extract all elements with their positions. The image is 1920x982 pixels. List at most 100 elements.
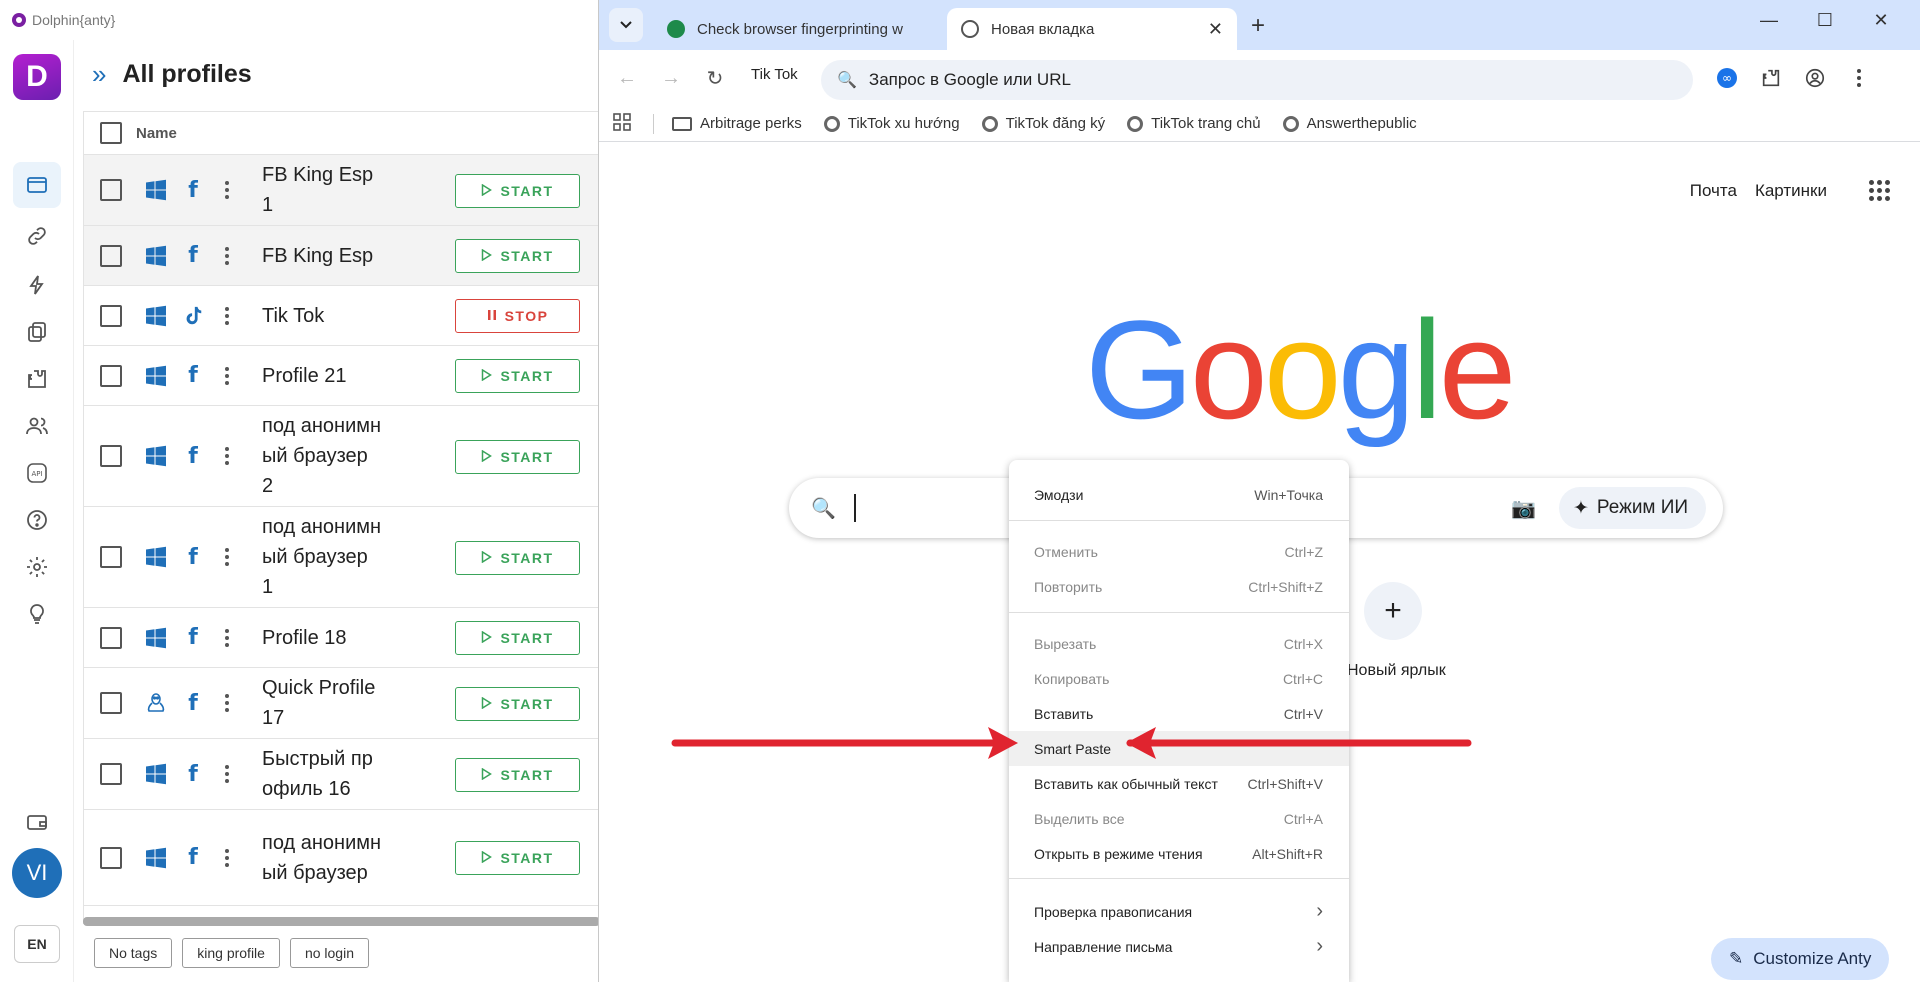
profile-name[interactable]: FB King Esp 1 <box>262 160 382 220</box>
row-menu-kebab-icon[interactable] <box>222 628 232 647</box>
start-button[interactable]: START <box>455 359 580 393</box>
reload-icon[interactable]: ↻ <box>701 64 729 92</box>
column-name-header[interactable]: Name <box>136 125 177 142</box>
start-button[interactable]: START <box>455 174 580 208</box>
link-icon[interactable] <box>13 213 61 259</box>
row-menu-kebab-icon[interactable] <box>222 694 232 712</box>
start-button[interactable]: START <box>455 239 580 273</box>
start-button[interactable]: START <box>455 621 580 655</box>
menu-item[interactable]: Копировать Ctrl+C <box>1009 661 1349 696</box>
bookmark-item[interactable]: TikTok trang chủ <box>1127 115 1261 132</box>
menu-item[interactable]: Открыть в режиме чтения Alt+Shift+R <box>1009 836 1349 871</box>
menu-item[interactable]: Отменить Ctrl+Z <box>1009 534 1349 569</box>
start-button[interactable]: START <box>455 440 580 474</box>
menu-item[interactable]: Направление письма › <box>1009 929 1349 964</box>
table-row[interactable]: f под анонимный браузер START <box>84 810 600 906</box>
menu-item[interactable]: Вырезать Ctrl+X <box>1009 626 1349 661</box>
table-row[interactable]: Tik Tok STOP <box>84 286 600 346</box>
wallet-icon[interactable] <box>13 799 61 845</box>
menu-item[interactable]: Выделить все Ctrl+A <box>1009 801 1349 836</box>
back-icon[interactable]: ← <box>613 64 641 92</box>
row-checkbox[interactable] <box>100 692 122 714</box>
stop-button[interactable]: STOP <box>455 299 580 333</box>
menu-item[interactable]: Проверка правописания › <box>1009 894 1349 929</box>
google-apps-icon[interactable] <box>1869 180 1890 201</box>
ai-mode-button[interactable]: ✦ Режим ИИ <box>1559 487 1707 529</box>
tab-new-tab[interactable]: Новая вкладка ✕ <box>947 8 1237 50</box>
menu-item[interactable]: Smart Paste <box>1009 731 1349 766</box>
table-row[interactable]: f Profile 21 START <box>84 346 600 406</box>
add-shortcut-button[interactable]: + <box>1364 582 1422 640</box>
extensions-icon[interactable] <box>13 356 61 402</box>
tag-king-profile[interactable]: king profile <box>182 938 280 968</box>
profile-name[interactable]: Tik Tok <box>262 301 382 331</box>
close-tab-icon[interactable]: ✕ <box>1208 19 1223 40</box>
row-checkbox[interactable] <box>100 846 122 869</box>
new-tab-button[interactable]: + <box>1251 12 1265 40</box>
tab-search-button[interactable] <box>609 8 643 42</box>
profile-name[interactable]: FB King Esp <box>262 241 382 271</box>
profile-name[interactable]: Profile 21 <box>262 361 382 391</box>
row-menu-kebab-icon[interactable] <box>222 765 232 783</box>
start-button[interactable]: START <box>455 687 580 721</box>
bookmark-item[interactable]: TikTok đăng ký <box>981 115 1105 132</box>
dolphin-logo[interactable]: D <box>13 54 61 100</box>
omnibox[interactable]: 🔍 Запрос в Google или URL <box>821 60 1693 100</box>
camera-icon[interactable]: 📷 <box>1511 496 1536 521</box>
row-checkbox[interactable] <box>100 179 122 201</box>
start-button[interactable]: START <box>455 841 580 875</box>
table-row[interactable]: f FB King Esp START <box>84 226 600 286</box>
profile-name[interactable]: Quick Profile 17 <box>262 673 382 733</box>
close-window-icon[interactable]: ✕ <box>1861 10 1901 31</box>
users-icon[interactable] <box>13 403 61 449</box>
menu-item[interactable]: Вставить Ctrl+V <box>1009 696 1349 731</box>
apps-grid-icon[interactable] <box>613 112 631 135</box>
row-menu-kebab-icon[interactable] <box>222 447 232 465</box>
table-row[interactable]: f FB King Esp 1 START <box>84 155 600 226</box>
tab-fingerprinting[interactable]: Check browser fingerprinting w <box>653 8 943 50</box>
row-checkbox[interactable] <box>100 763 122 785</box>
profiles-nav-icon[interactable] <box>13 162 61 208</box>
mail-link[interactable]: Почта <box>1690 181 1737 201</box>
start-button[interactable]: START <box>455 758 580 792</box>
extension-infinity-icon[interactable]: ∞ <box>1713 64 1741 92</box>
table-row[interactable]: f под анонимный браузер 2 START <box>84 406 600 507</box>
profile-name[interactable]: под анонимный браузер 2 <box>262 411 382 501</box>
minimize-icon[interactable]: — <box>1749 10 1789 31</box>
start-button[interactable]: START <box>455 541 580 575</box>
language-switch[interactable]: EN <box>14 925 60 963</box>
row-menu-kebab-icon[interactable] <box>222 548 232 566</box>
profile-chip[interactable]: Tik Tok <box>751 66 798 83</box>
bookmark-folder[interactable]: Arbitrage perks <box>672 115 802 132</box>
menu-item[interactable]: Повторить Ctrl+Shift+Z <box>1009 569 1349 604</box>
profile-name[interactable]: под анонимный браузер <box>262 828 382 888</box>
select-all-checkbox[interactable] <box>100 122 122 144</box>
profile-account-icon[interactable] <box>1801 64 1829 92</box>
row-checkbox[interactable] <box>100 244 122 267</box>
row-checkbox[interactable] <box>100 445 122 467</box>
menu-kebab-icon[interactable] <box>1845 64 1873 92</box>
row-menu-kebab-icon[interactable] <box>222 181 232 199</box>
row-checkbox[interactable] <box>100 626 122 649</box>
profile-name[interactable]: под анонимный браузер 1 <box>262 512 382 602</box>
row-checkbox[interactable] <box>100 546 122 568</box>
automation-icon[interactable] <box>13 262 61 308</box>
api-icon[interactable]: API <box>13 450 61 496</box>
customize-button[interactable]: ✎ Customize Anty <box>1711 938 1890 980</box>
profile-name[interactable]: Profile 18 <box>262 623 382 653</box>
expand-chevrons-icon[interactable]: » <box>92 59 106 90</box>
row-menu-kebab-icon[interactable] <box>222 306 232 325</box>
images-link[interactable]: Картинки <box>1755 181 1827 201</box>
extensions-puzzle-icon[interactable] <box>1757 64 1785 92</box>
help-icon[interactable] <box>13 497 61 543</box>
tag-no-login[interactable]: no login <box>289 938 369 968</box>
row-menu-kebab-icon[interactable] <box>222 366 232 385</box>
table-row[interactable]: f под анонимный браузер 1 START <box>84 507 600 608</box>
bookmark-item[interactable]: TikTok xu hướng <box>823 115 960 132</box>
forward-icon[interactable]: → <box>657 64 685 92</box>
profile-name[interactable]: Быстрый профиль 16 <box>262 744 382 804</box>
lightbulb-icon[interactable] <box>13 591 61 637</box>
table-row[interactable]: f Quick Profile 17 START <box>84 668 600 739</box>
settings-icon[interactable] <box>13 544 61 590</box>
table-row[interactable]: f Profile 18 START <box>84 608 600 668</box>
